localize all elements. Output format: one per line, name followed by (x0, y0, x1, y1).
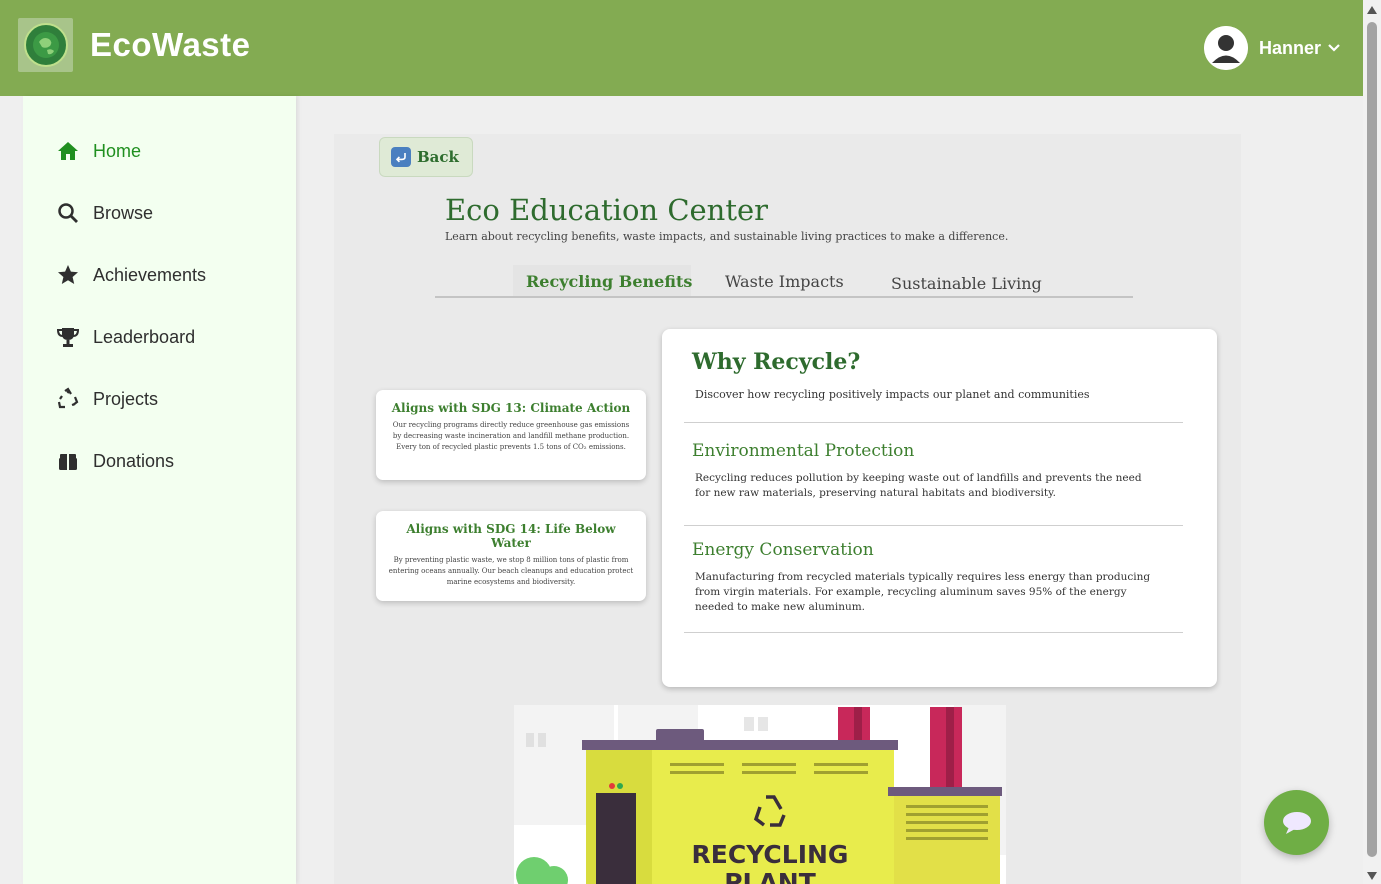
back-arrow-icon (391, 147, 411, 167)
sdg-card-text: By preventing plastic waste, we stop 8 m… (388, 556, 634, 586)
star-icon (58, 265, 78, 284)
section-heading: Energy Conservation (692, 540, 874, 560)
illustration-line1: RECYCLING (692, 840, 849, 869)
tab-sustainable-living[interactable]: Sustainable Living (891, 274, 1042, 293)
recycling-plant-illustration: RECYCLING PLANT (514, 705, 1006, 884)
sidebar-item-label: Home (93, 140, 142, 161)
user-name: Hanner (1258, 37, 1321, 58)
sidebar-item-achievements[interactable]: Achievements (56, 263, 206, 287)
trophy-icon (56, 328, 80, 347)
sidebar-item-donations[interactable]: Donations (56, 449, 174, 473)
info-card-title: Why Recycle? (692, 349, 861, 375)
sidebar-item-projects[interactable]: Projects (56, 387, 158, 411)
search-icon (58, 203, 78, 223)
divider (684, 422, 1183, 423)
sidebar-item-label: Projects (93, 388, 159, 409)
avatar (1203, 26, 1248, 70)
sidebar-item-label: Donations (93, 450, 175, 471)
chat-bubble-icon (1282, 811, 1311, 834)
chevron-down-icon (1328, 44, 1340, 52)
gift-icon (59, 454, 77, 470)
divider (684, 632, 1183, 633)
sdg-14-card: Aligns with SDG 14: Life Below Water By … (376, 511, 646, 601)
sdg-card-text: Our recycling programs directly reduce g… (392, 421, 630, 451)
sdg-13-card: Aligns with SDG 13: Climate Action Our r… (376, 390, 646, 480)
info-card-subtitle: Discover how recycling positively impact… (695, 388, 1090, 401)
section-heading: Environmental Protection (692, 441, 915, 461)
scroll-thumb[interactable] (1367, 22, 1377, 857)
ecowaste-logo[interactable] (18, 18, 73, 72)
sidebar-item-browse[interactable]: Browse (56, 201, 153, 225)
sidebar-item-leaderboard[interactable]: Leaderboard (56, 325, 195, 349)
sdg-card-title: Aligns with SDG 13: Climate Action (391, 401, 631, 415)
tabs-underline (435, 296, 1133, 298)
chat-button[interactable] (1264, 790, 1329, 855)
top-header: EcoWaste Hanner (0, 0, 1363, 96)
brand-name: EcoWaste (90, 26, 251, 63)
page-subtitle: Learn about recycling benefits, waste im… (445, 230, 1009, 243)
illustration-line2: PLANT (724, 868, 816, 884)
divider (684, 525, 1183, 526)
sidebar-item-label: Browse (93, 202, 154, 223)
page-title: Eco Education Center (445, 193, 769, 227)
back-button[interactable]: Back (379, 137, 473, 177)
home-icon (58, 142, 78, 160)
sidebar-item-label: Achievements (93, 264, 207, 285)
tab-waste-impacts[interactable]: Waste Impacts (725, 272, 844, 291)
recycle-icon (57, 387, 79, 409)
back-button-label: Back (417, 148, 459, 166)
section-text: Recycling reduces pollution by keeping w… (695, 472, 1142, 499)
sdg-card-title: Aligns with SDG 14: Life Below Water (406, 522, 616, 550)
page-scrollbar[interactable] (1363, 0, 1381, 884)
sidebar-item-home[interactable]: Home (56, 139, 141, 163)
logo-globe-icon (23, 23, 68, 67)
scroll-up-arrow-icon[interactable] (1367, 6, 1377, 14)
section-text: Manufacturing from recycled materials ty… (695, 571, 1151, 613)
sidebar-item-label: Leaderboard (93, 326, 196, 347)
sidebar: Home Browse Achievements Leaderboard Pro… (23, 96, 296, 884)
user-menu[interactable]: Hanner (1203, 26, 1341, 70)
scroll-down-arrow-icon[interactable] (1367, 872, 1377, 880)
tab-recycling-benefits[interactable]: Recycling Benefits (526, 272, 692, 291)
why-recycle-card: Why Recycle? Discover how recycling posi… (662, 329, 1217, 687)
